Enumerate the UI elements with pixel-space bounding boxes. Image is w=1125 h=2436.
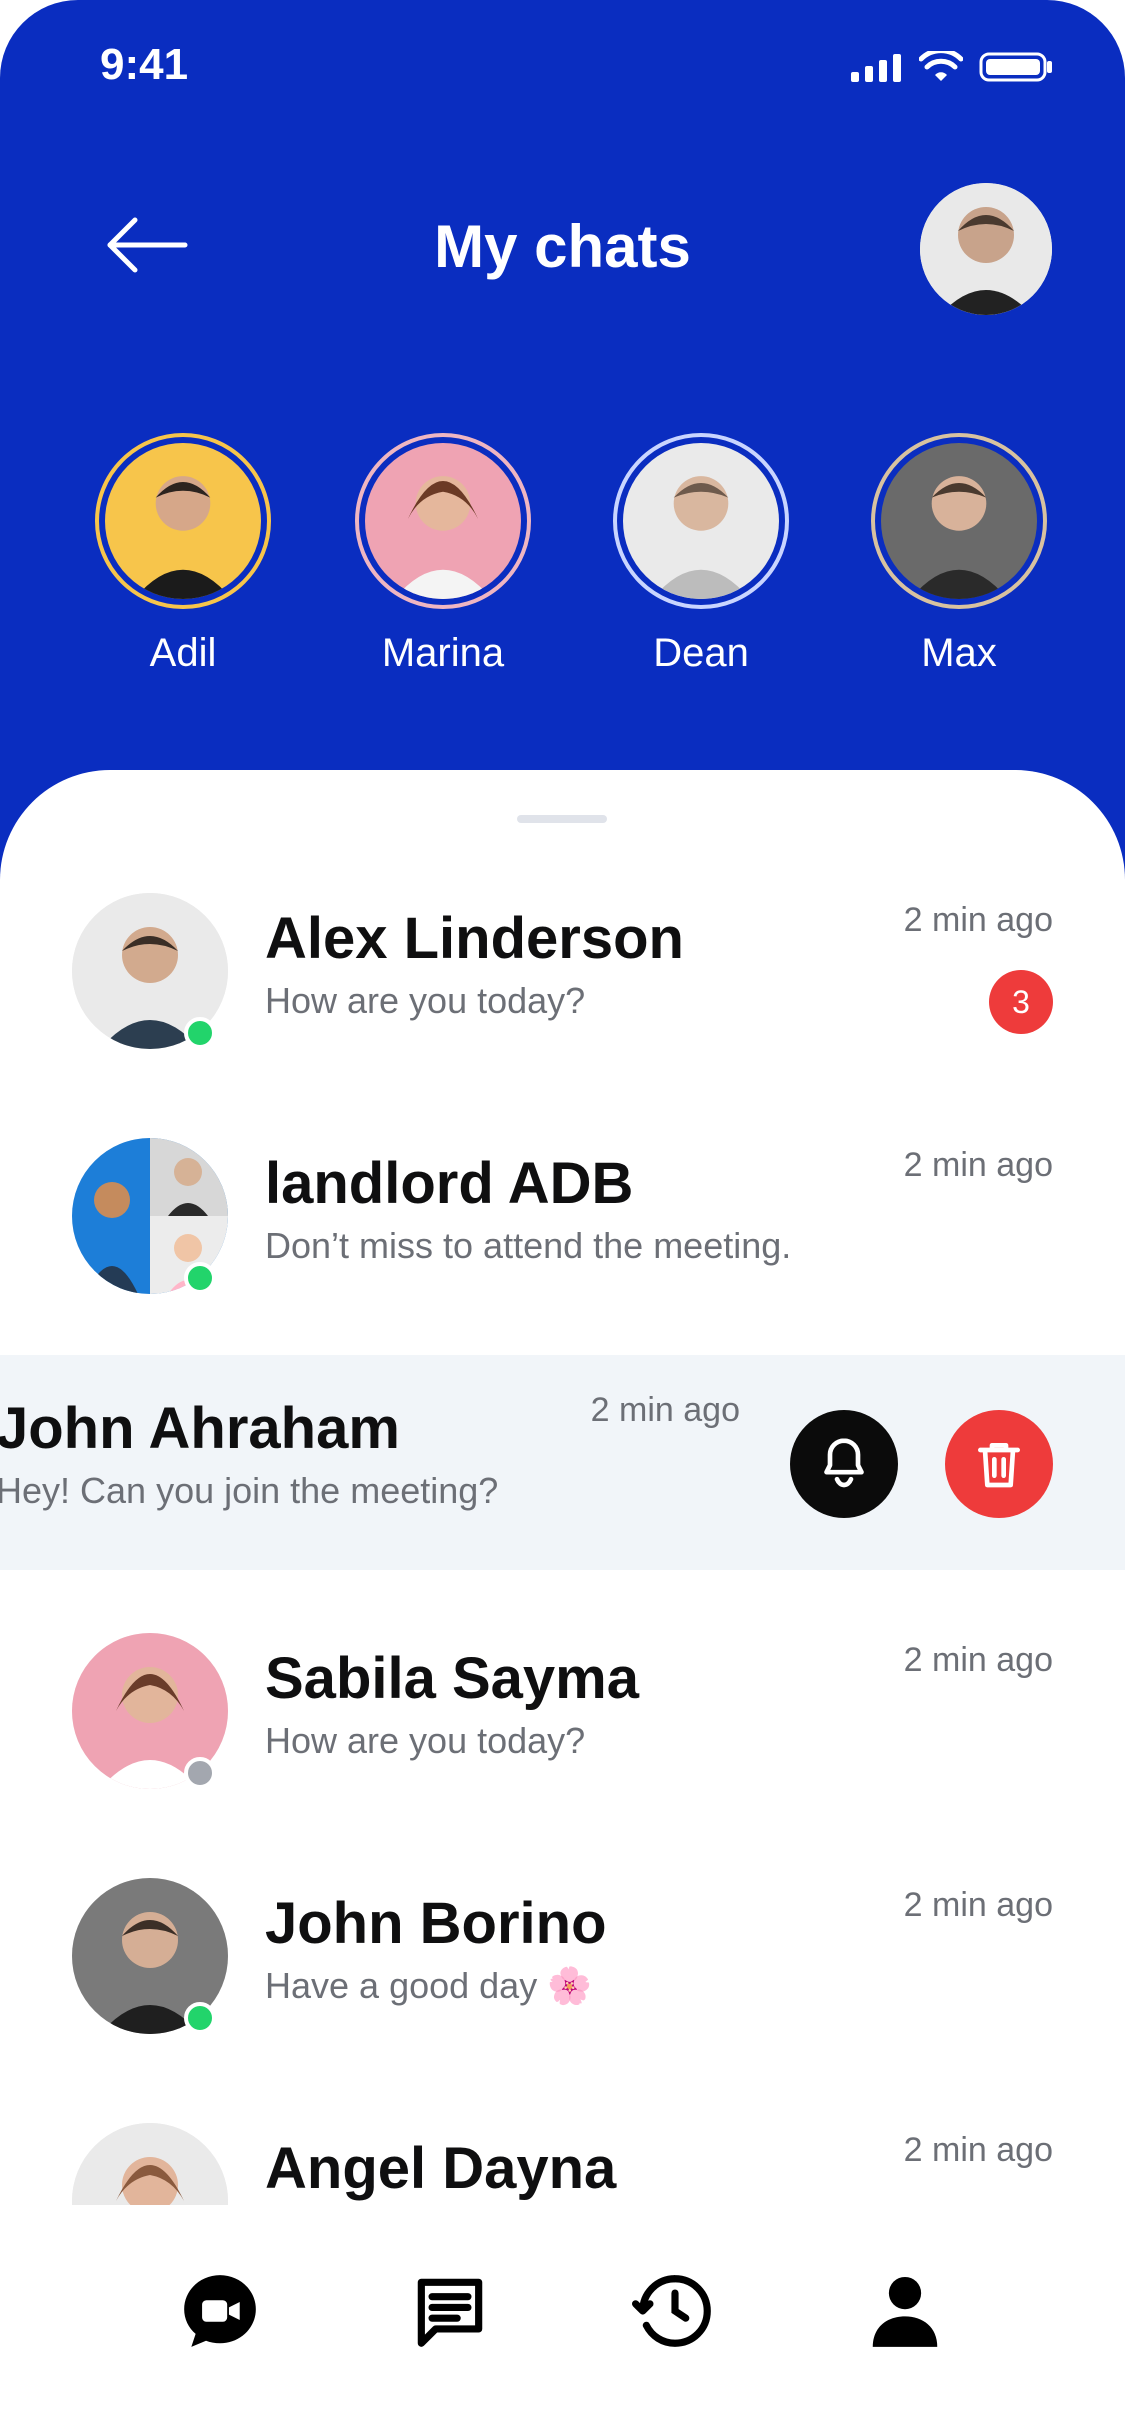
nav-chats[interactable] (405, 2266, 495, 2356)
nav-history[interactable] (630, 2266, 720, 2356)
chat-message: Have a good day 🌸 (265, 1965, 593, 2006)
wifi-icon (919, 51, 963, 81)
chat-message: How are you today? (265, 980, 586, 1021)
chat-time: 2 min ago (903, 2131, 1053, 2169)
chat-time: 2 min ago (903, 1146, 1053, 1184)
chat-time: 2 min ago (590, 1391, 740, 1429)
chat-name: Sabila Sayma (265, 1646, 639, 1711)
chat-row-john-ahraham[interactable]: John Ahraham Hey! Can you join the meeti… (0, 1355, 1125, 1570)
chat-panel: Alex Linderson How are you today? 2 min … (0, 770, 1125, 2436)
avatar (105, 443, 261, 599)
chat-name: Angel Dayna (265, 2136, 617, 2201)
story-ring (355, 433, 531, 609)
avatar (365, 443, 521, 599)
story-max[interactable]: Max (871, 433, 1047, 676)
story-ring (95, 433, 271, 609)
chat-message: How are you today? (265, 1720, 586, 1761)
chats-screen: 9:41 My chats Adil Marina Dean Max Alex … (0, 0, 1125, 2436)
trash-icon (978, 1443, 1020, 1488)
avatar (881, 443, 1037, 599)
status-time: 9:41 (100, 40, 189, 89)
chat-name: landlord ADB (265, 1151, 634, 1216)
bell-icon (824, 1438, 864, 1488)
status-icons (849, 50, 1055, 84)
story-name: Adil (149, 631, 217, 675)
chat-row-angel[interactable]: Angel Dayna 2 min ago (0, 2095, 1125, 2205)
stories-row: Adil Marina Dean Max (0, 433, 1125, 693)
story-dean[interactable]: Dean (613, 433, 789, 676)
drag-handle[interactable] (517, 815, 607, 823)
story-ring (613, 433, 789, 609)
offline-indicator (184, 1757, 216, 1789)
chat-time: 2 min ago (903, 1641, 1053, 1679)
avatar (623, 443, 779, 599)
chat-row-sabila[interactable]: Sabila Sayma How are you today? 2 min ag… (0, 1605, 1125, 1815)
chat-row-alex[interactable]: Alex Linderson How are you today? 2 min … (0, 865, 1125, 1075)
online-indicator (184, 2002, 216, 2034)
avatar (72, 2123, 228, 2205)
history-icon (632, 2275, 711, 2347)
chat-time: 2 min ago (903, 1886, 1053, 1924)
my-avatar[interactable] (920, 183, 1052, 315)
online-indicator (184, 1262, 216, 1294)
chat-message: Hey! Can you join the meeting? (0, 1470, 499, 1511)
signal-icon (851, 54, 901, 82)
story-marina[interactable]: Marina (355, 433, 531, 676)
nav-profile[interactable] (860, 2266, 950, 2356)
story-name: Max (921, 631, 997, 675)
profile-icon (872, 2276, 938, 2347)
unread-badge: 3 (989, 970, 1053, 1034)
chat-name: Alex Linderson (265, 906, 684, 971)
video-chat-icon (184, 2275, 256, 2347)
battery-icon (979, 52, 1052, 82)
mute-button[interactable] (790, 1410, 898, 1518)
chat-row-landlord[interactable]: landlord ADB Don’t miss to attend the me… (0, 1110, 1125, 1320)
chat-row-john-borino[interactable]: John Borino Have a good day 🌸 2 min ago (0, 1850, 1125, 2060)
delete-button[interactable] (945, 1410, 1053, 1518)
chat-name: John Borino (265, 1891, 607, 1956)
story-name: Dean (653, 631, 749, 675)
chat-icon (417, 2278, 483, 2347)
story-name: Marina (381, 631, 505, 675)
chat-time: 2 min ago (903, 901, 1053, 939)
online-indicator (184, 1017, 216, 1049)
bottom-nav (0, 2216, 1125, 2436)
story-adil[interactable]: Adil (95, 433, 271, 676)
nav-video-chat[interactable] (175, 2266, 265, 2356)
chat-name: John Ahraham (0, 1396, 400, 1461)
story-ring (871, 433, 1047, 609)
chat-message: Don’t miss to attend the meeting. (265, 1225, 792, 1266)
profile-photo (920, 183, 1052, 315)
